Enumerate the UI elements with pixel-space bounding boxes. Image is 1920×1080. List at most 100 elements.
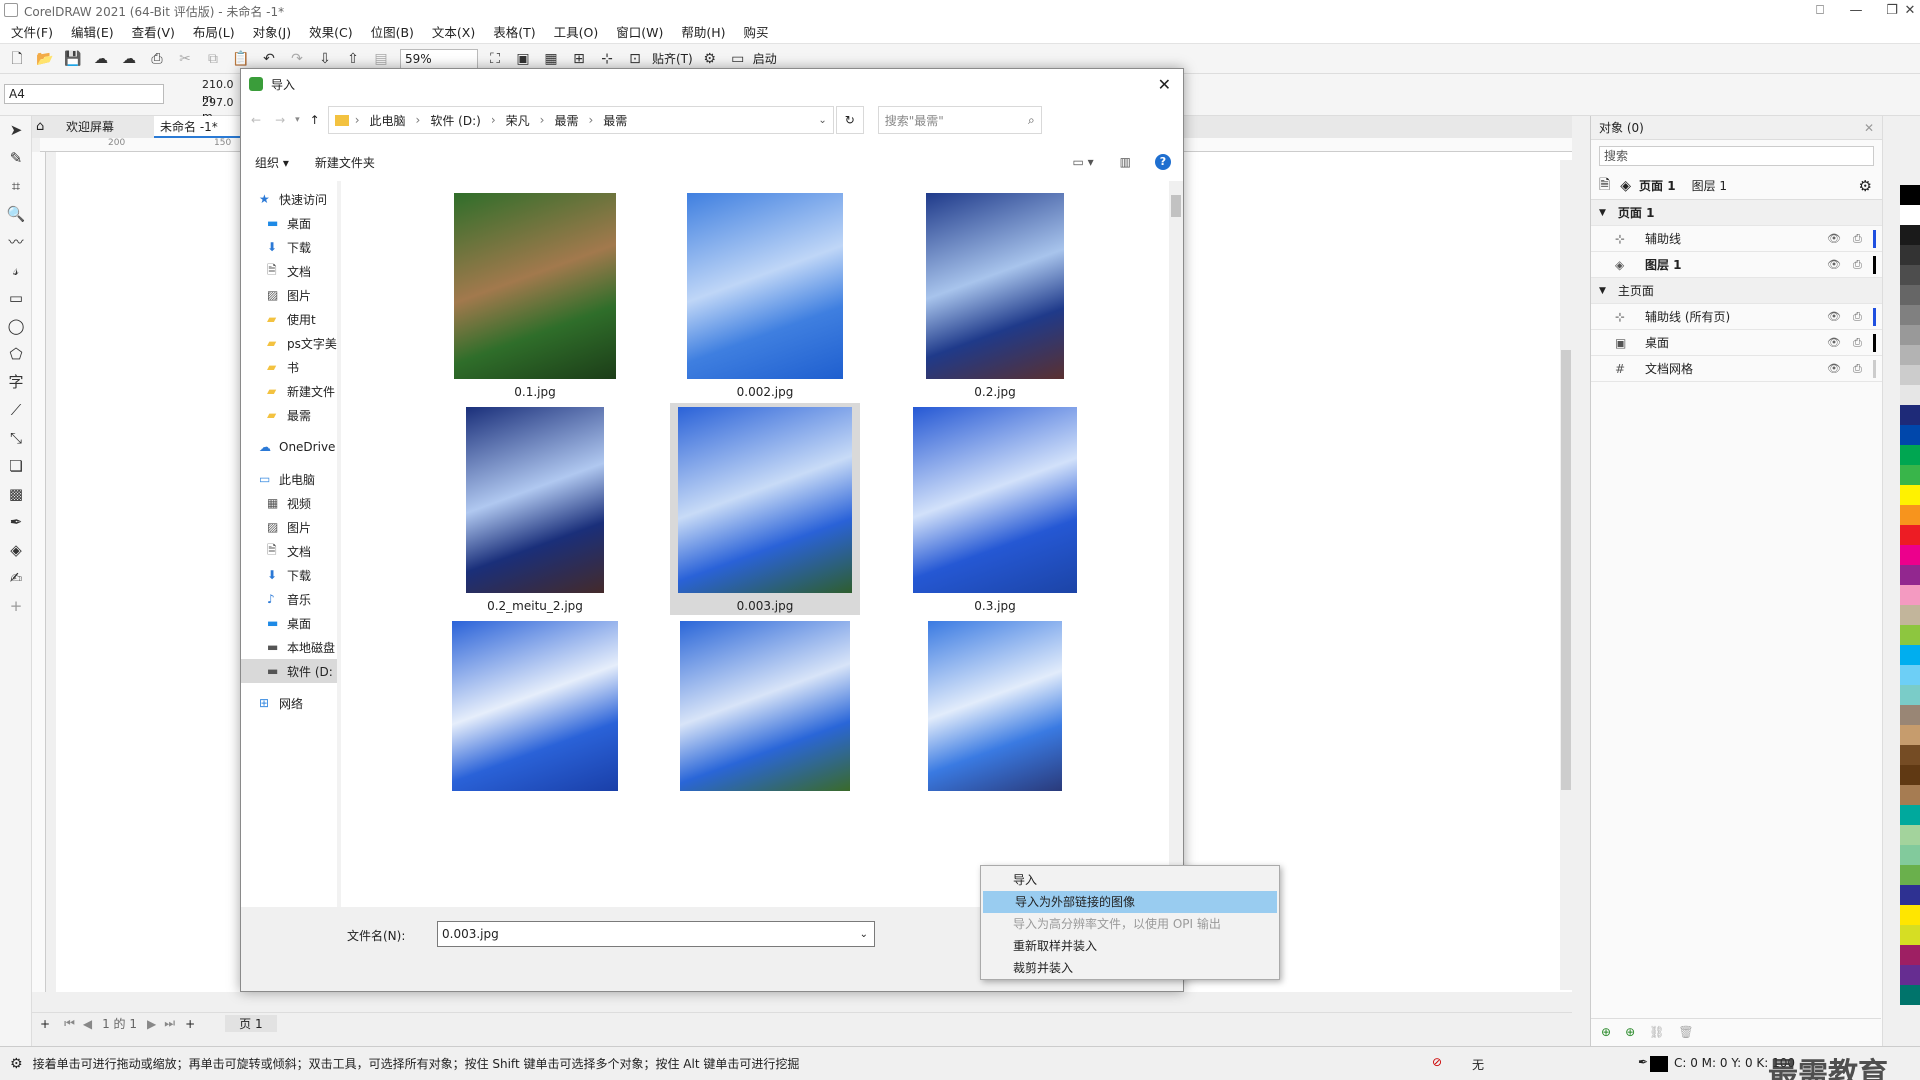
color-swatch[interactable]: [1900, 485, 1920, 505]
menu-item[interactable]: 窗口(W): [607, 22, 672, 44]
file-thumbnail[interactable]: [670, 617, 860, 817]
nav-item[interactable]: ▰ 使用t: [241, 307, 337, 331]
color-swatch[interactable]: [1900, 305, 1920, 325]
menu-item[interactable]: 对象(J): [244, 22, 300, 44]
color-swatch[interactable]: [1900, 705, 1920, 725]
color-swatch[interactable]: [1900, 265, 1920, 285]
nav-item[interactable]: ▬ 桌面: [241, 611, 337, 635]
file-thumbnail[interactable]: [900, 617, 1090, 817]
search-box[interactable]: 搜索"最需" ⌕: [877, 106, 1042, 134]
color-swatch[interactable]: [1900, 865, 1920, 885]
chevron-down-icon[interactable]: ⌄: [818, 115, 826, 126]
menu-item[interactable]: 布局(L): [184, 22, 244, 44]
new-document-icon[interactable]: 🗋: [6, 48, 28, 70]
save-icon[interactable]: 💾: [62, 48, 84, 70]
search-input[interactable]: 搜索"最需": [885, 112, 944, 129]
menu-item[interactable]: 位图(B): [362, 22, 423, 44]
new-folder-button[interactable]: 新建文件夹: [315, 154, 375, 171]
object-tree-row[interactable]: ▼ 主页面: [1591, 278, 1882, 304]
guides-icon[interactable]: ⊹: [596, 48, 618, 70]
visibility-icon[interactable]: 👁: [1827, 232, 1841, 245]
color-swatch[interactable]: [1900, 445, 1920, 465]
color-swatch[interactable]: [1900, 905, 1920, 925]
chevron-down-icon[interactable]: ⌄: [860, 929, 868, 940]
gear-icon[interactable]: ⚙: [10, 1056, 23, 1072]
file-thumbnail[interactable]: 0.2.jpg: [900, 189, 1090, 401]
nav-item[interactable]: 🗎 文档: [241, 259, 337, 283]
color-swatch[interactable]: [1900, 925, 1920, 945]
recent-dropdown-icon[interactable]: ▾: [295, 115, 300, 125]
nav-item[interactable]: ★ 快速访问: [241, 187, 337, 211]
interactive-fill-icon[interactable]: ◈: [0, 536, 32, 564]
view-options-icon[interactable]: ▭ ▾: [1072, 155, 1093, 169]
nav-item[interactable]: ▬ 软件 (D:: [241, 659, 337, 683]
color-swatch[interactable]: [1900, 385, 1920, 405]
color-swatch[interactable]: [1900, 365, 1920, 385]
add-page-after-icon[interactable]: +: [185, 1017, 195, 1031]
file-thumbnail[interactable]: 0.2_meitu_2.jpg: [440, 403, 630, 615]
zoom-tool-icon[interactable]: 🔍: [0, 200, 32, 228]
color-swatch[interactable]: [1900, 945, 1920, 965]
nav-item[interactable]: ▭ 此电脑: [241, 467, 337, 491]
copy-icon[interactable]: ⧉: [202, 48, 224, 70]
import-icon[interactable]: ⇩: [314, 48, 336, 70]
scroll-thumb[interactable]: [1171, 195, 1181, 217]
tab-welcome-screen[interactable]: 欢迎屏幕: [60, 116, 152, 138]
snap-icon[interactable]: ⊡: [624, 48, 646, 70]
new-master-layer-icon[interactable]: ⊕: [1625, 1025, 1635, 1039]
panel-close-icon[interactable]: ✕: [1864, 121, 1874, 135]
file-thumbnail[interactable]: 0.3.jpg: [900, 403, 1090, 615]
print-icon[interactable]: ⎙: [1853, 258, 1862, 272]
settings-icon[interactable]: ⚙: [699, 48, 721, 70]
menu-item[interactable]: 查看(V): [123, 22, 184, 44]
rectangle-tool-icon[interactable]: ▭: [0, 284, 32, 312]
filename-input[interactable]: 0.003.jpg ⌄: [437, 921, 875, 947]
color-swatch[interactable]: [1900, 825, 1920, 845]
redo-icon[interactable]: ↷: [286, 48, 308, 70]
export-icon[interactable]: ⇧: [342, 48, 364, 70]
expand-toggle-icon[interactable]: ▼: [1599, 208, 1606, 218]
object-tree-row[interactable]: ⊹ 辅助线 👁 ⎙: [1591, 226, 1882, 252]
objects-search-input[interactable]: 搜索: [1599, 146, 1874, 166]
print-icon[interactable]: ⎙: [1853, 362, 1862, 376]
context-menu-item[interactable]: 裁剪并装入: [981, 957, 1279, 979]
nav-item[interactable]: ▨ 图片: [241, 515, 337, 539]
connector-tool-icon[interactable]: ⤡: [0, 424, 32, 452]
nav-item[interactable]: 🗎 文档: [241, 539, 337, 563]
menu-item[interactable]: 表格(T): [484, 22, 544, 44]
zoom-level-select[interactable]: 59%: [400, 48, 478, 69]
visibility-icon[interactable]: 👁: [1827, 362, 1841, 375]
menu-item[interactable]: 效果(C): [300, 22, 361, 44]
color-swatch[interactable]: [1900, 425, 1920, 445]
fullscreen-icon[interactable]: ▣: [512, 48, 534, 70]
color-swatch[interactable]: [1900, 765, 1920, 785]
object-tree-row[interactable]: # 文档网格 👁 ⎙: [1591, 356, 1882, 382]
color-swatch[interactable]: [1900, 245, 1920, 265]
file-list-scrollbar[interactable]: [1169, 181, 1183, 907]
color-swatch[interactable]: [1900, 205, 1920, 225]
nav-item[interactable]: ▦ 视频: [241, 491, 337, 515]
menu-item[interactable]: 编辑(E): [62, 22, 123, 44]
nav-item[interactable]: ⬇ 下载: [241, 235, 337, 259]
color-swatch[interactable]: [1900, 585, 1920, 605]
expand-toggle-icon[interactable]: ▼: [1599, 286, 1606, 296]
polygon-tool-icon[interactable]: ⬠: [0, 340, 32, 368]
color-swatch[interactable]: [1900, 225, 1920, 245]
smart-fill-icon[interactable]: ✍: [0, 564, 32, 592]
scroll-thumb[interactable]: [1561, 350, 1571, 790]
add-page-icon[interactable]: +: [40, 1017, 50, 1031]
freehand-tool-icon[interactable]: 〰: [0, 228, 32, 256]
pick-tool-icon[interactable]: ➤: [0, 116, 32, 144]
search-icon[interactable]: ⌕: [1028, 113, 1035, 128]
canvas-vertical-scrollbar[interactable]: [1560, 160, 1572, 990]
color-swatch[interactable]: [1900, 665, 1920, 685]
print-icon[interactable]: ⎙: [1853, 336, 1862, 350]
nav-item[interactable]: ▰ 新建文件: [241, 379, 337, 403]
refresh-button[interactable]: ↻: [835, 106, 864, 134]
breadcrumb-item[interactable]: 软件 (D:): [430, 112, 480, 129]
launch-menu[interactable]: 启动: [753, 50, 777, 67]
color-swatch[interactable]: [1900, 885, 1920, 905]
color-swatch[interactable]: [1900, 465, 1920, 485]
prev-page-icon[interactable]: ◀: [83, 1017, 92, 1031]
breadcrumb-item[interactable]: 此电脑: [370, 112, 406, 129]
